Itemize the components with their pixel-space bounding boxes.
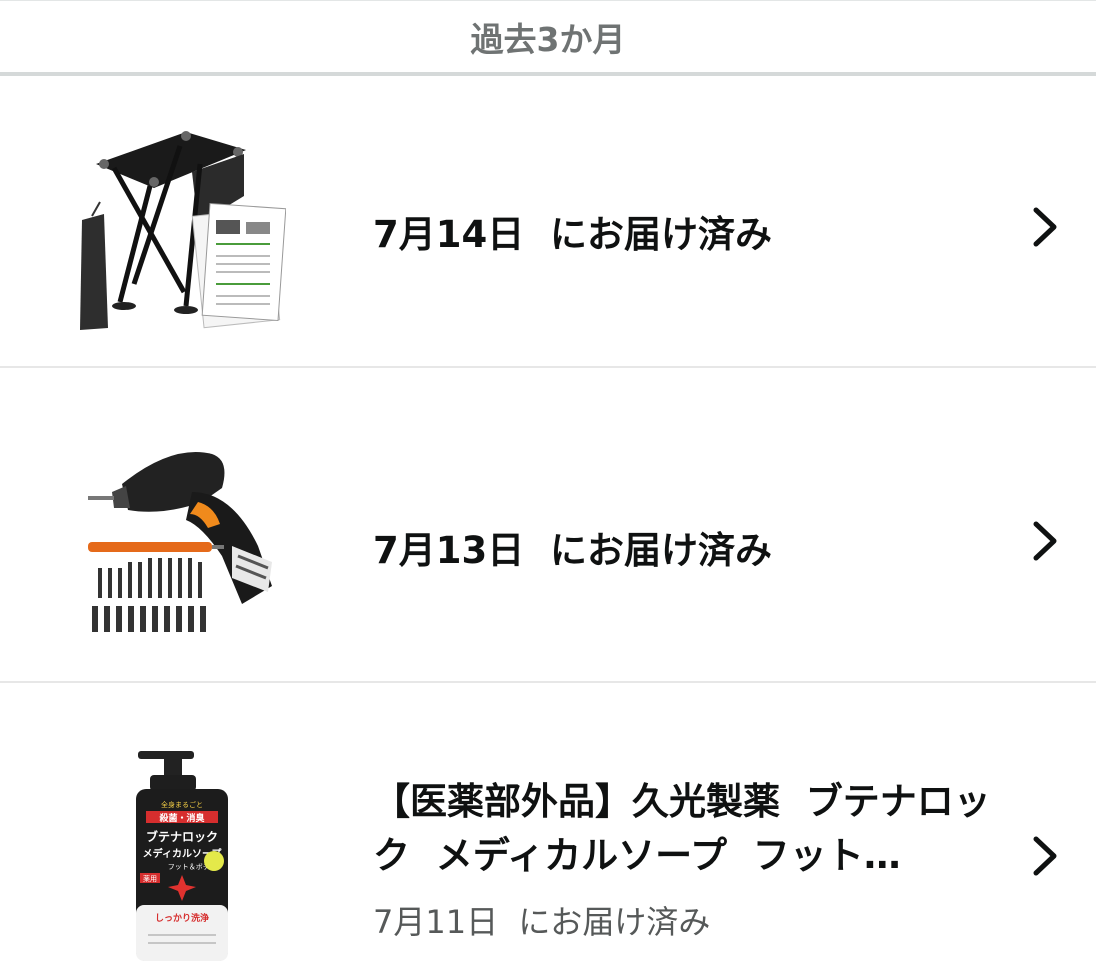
bottle-top-text: 全身まるごと	[161, 800, 203, 809]
electric-screwdriver-icon	[88, 452, 272, 632]
order-row[interactable]: 7月14日 にお届け済み	[0, 76, 1096, 368]
order-row[interactable]: 7月13日 にお届け済み	[0, 368, 1096, 683]
product-title[interactable]: 【医薬部外品】久光製薬 ブテナロック メディカルソープ フット…	[373, 775, 993, 883]
delivery-status: 7月13日 にお届け済み	[373, 529, 772, 572]
delivery-status: 7月11日 にお届け済み	[373, 903, 711, 941]
section-title: 過去3か月	[470, 20, 626, 59]
bottle-brand: ブテナロック	[146, 829, 218, 844]
chevron-right-icon[interactable]	[1028, 204, 1062, 250]
folding-stool-icon	[80, 131, 286, 330]
bottle-badge: 薬用	[143, 874, 157, 883]
bottle-headline: 殺菌・消臭	[158, 812, 205, 824]
bottle-tagline: しっかり洗浄	[155, 912, 209, 924]
delivery-status: 7月14日 にお届け済み	[373, 213, 772, 256]
chevron-right-icon[interactable]	[1028, 518, 1062, 564]
order-row[interactable]: 全身まるごと 殺菌・消臭 ブテナロック メディカルソープ フット＆ボディ 薬用 …	[0, 683, 1096, 979]
order-history-page: 過去3か月 7月14日 にお届け済み 7月13日 にお届け済み 全身まるごと 殺…	[0, 0, 1096, 979]
chevron-right-icon[interactable]	[1028, 833, 1062, 879]
section-header: 過去3か月	[0, 0, 1096, 73]
medical-soap-bottle-icon: 全身まるごと 殺菌・消臭 ブテナロック メディカルソープ フット＆ボディ 薬用 …	[136, 751, 228, 961]
